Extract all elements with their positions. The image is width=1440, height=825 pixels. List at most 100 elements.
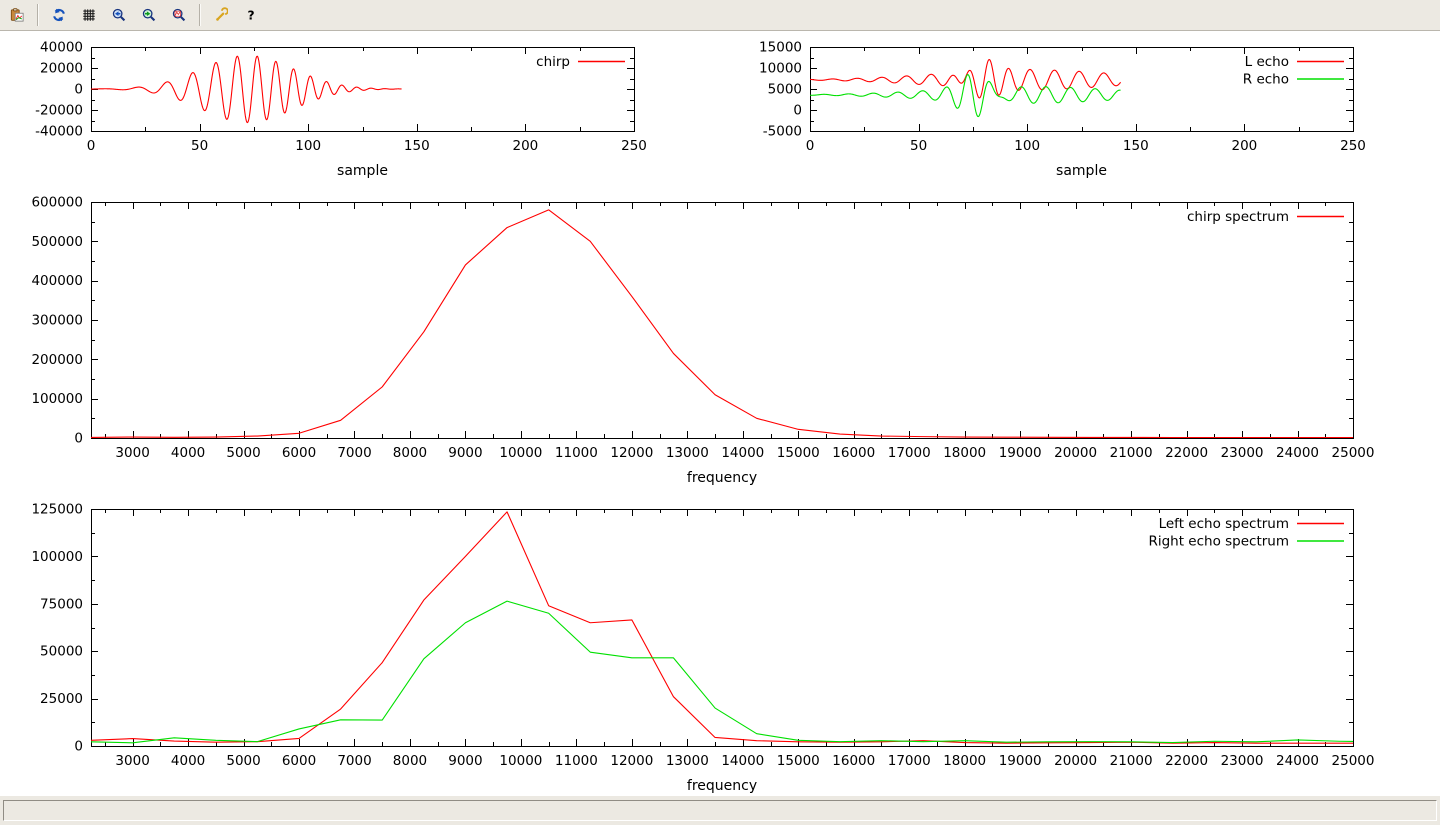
x-tick-label: 13000 [666,445,709,461]
plots-svg[interactable]: 050100150200250-40000-2000002000040000sa… [0,32,1440,796]
y-tick-label: -40000 [35,124,83,140]
x-tick-label: 16000 [832,445,875,461]
y-tick-label: 15000 [759,40,802,56]
x-tick-label: 50 [191,138,208,154]
x-tick-label: 8000 [393,445,427,461]
x-tick-label: 3000 [115,753,149,769]
x-tick-label: 10000 [499,753,542,769]
axis-ticks [91,202,1354,439]
statusbar [0,796,1440,825]
x-tick-label: 5000 [226,753,260,769]
x-tick-label: 8000 [393,753,427,769]
x-tick-label: 11000 [555,445,598,461]
plot-chirp-spectrum[interactable]: 3000400050006000700080009000100001100012… [31,195,1374,487]
x-tick-label: 19000 [999,753,1042,769]
x-tick-label: 11000 [555,753,598,769]
y-tick-label: 0 [74,739,83,755]
plot-border [92,203,1354,439]
legend-label: Right echo spectrum [1148,534,1289,550]
x-tick-label: 4000 [171,445,205,461]
x-tick-label: 23000 [1221,445,1264,461]
replot-button[interactable] [46,2,72,28]
wrench-icon [214,5,228,25]
y-tick-label: 40000 [40,40,83,56]
y-tick-label: 100000 [31,391,83,407]
x-tick-label: 250 [621,138,647,154]
x-tick-label: 17000 [888,445,931,461]
x-tick-label: 25000 [1332,753,1375,769]
x-tick-label: 12000 [610,445,653,461]
y-tick-label: 125000 [31,502,83,518]
x-tick-label: 13000 [666,753,709,769]
copy-to-clipboard-button[interactable] [4,2,30,28]
zoom-autoscale-icon [172,5,186,25]
y-tick-label: 200000 [31,352,83,368]
legend-label: Left echo spectrum [1159,516,1289,532]
x-tick-label: 21000 [1110,445,1153,461]
y-tick-label: 25000 [40,691,83,707]
y-tick-label: 20000 [40,61,83,77]
help-button[interactable]: ? [238,2,264,28]
x-tick-label: 20000 [1054,445,1097,461]
autoscale-button[interactable] [166,2,192,28]
x-tick-label: 10000 [499,445,542,461]
x-tick-label: 23000 [1221,753,1264,769]
x-tick-label: 15000 [777,445,820,461]
configure-button[interactable] [208,2,234,28]
x-tick-label: 100 [295,138,321,154]
x-tick-label: 22000 [1165,753,1208,769]
x-tick-label: 6000 [282,753,316,769]
y-tick-label: -5000 [763,124,802,140]
refresh-icon [52,5,66,25]
zoom-next-icon [142,5,156,25]
plot-echo-spectrum[interactable]: 3000400050006000700080009000100001100012… [31,502,1374,795]
plot-chirp-time[interactable]: 050100150200250-40000-2000002000040000sa… [35,40,647,180]
y-tick-label: 5000 [768,82,802,98]
x-tick-label: 16000 [832,753,875,769]
legend-label: chirp spectrum [1187,209,1289,225]
x-tick-label: 15000 [777,753,820,769]
x-tick-label: 200 [1232,138,1258,154]
legend-label: L echo [1245,54,1289,70]
x-tick-label: 12000 [610,753,653,769]
series-chirp-spectrum [91,210,1353,438]
x-tick-label: 14000 [721,445,764,461]
zoom-previous-icon [112,5,126,25]
x-tick-label: 20000 [1054,753,1097,769]
x-tick-label: 3000 [115,445,149,461]
y-tick-label: 400000 [31,273,83,289]
x-tick-label: 24000 [1276,753,1319,769]
grid-icon [82,5,96,25]
y-tick-label: 0 [74,82,83,98]
help-icon: ? [244,5,258,25]
plot-echo-time[interactable]: 050100150200250-5000050001000015000sampl… [759,40,1366,180]
x-tick-label: 19000 [999,445,1042,461]
toolbar: ? [0,0,1440,31]
x-tick-label: 0 [806,138,815,154]
x-tick-label: 6000 [282,445,316,461]
x-axis-title: frequency [687,470,757,486]
x-tick-label: 7000 [337,753,371,769]
y-tick-label: -20000 [35,103,83,119]
y-tick-label: 500000 [31,234,83,250]
x-tick-label: 24000 [1276,445,1319,461]
toolbar-separator [37,4,39,26]
series-right-echo-spectrum [91,601,1353,743]
x-axis-title: sample [337,163,388,179]
statusbar-text [3,800,1437,821]
clipboard-plot-icon [10,5,24,25]
x-tick-label: 18000 [943,445,986,461]
y-tick-label: 100000 [31,549,83,565]
x-tick-label: 0 [87,138,96,154]
zoom-next-button[interactable] [136,2,162,28]
x-tick-label: 7000 [337,445,371,461]
zoom-previous-button[interactable] [106,2,132,28]
series-chirp [91,56,402,122]
plot-canvas[interactable]: 050100150200250-40000-2000002000040000sa… [0,32,1440,796]
x-tick-label: 50 [910,138,927,154]
x-tick-label: 14000 [721,753,764,769]
x-tick-label: 4000 [171,753,205,769]
x-tick-label: 100 [1014,138,1040,154]
toggle-grid-button[interactable] [76,2,102,28]
y-tick-label: 10000 [759,61,802,77]
